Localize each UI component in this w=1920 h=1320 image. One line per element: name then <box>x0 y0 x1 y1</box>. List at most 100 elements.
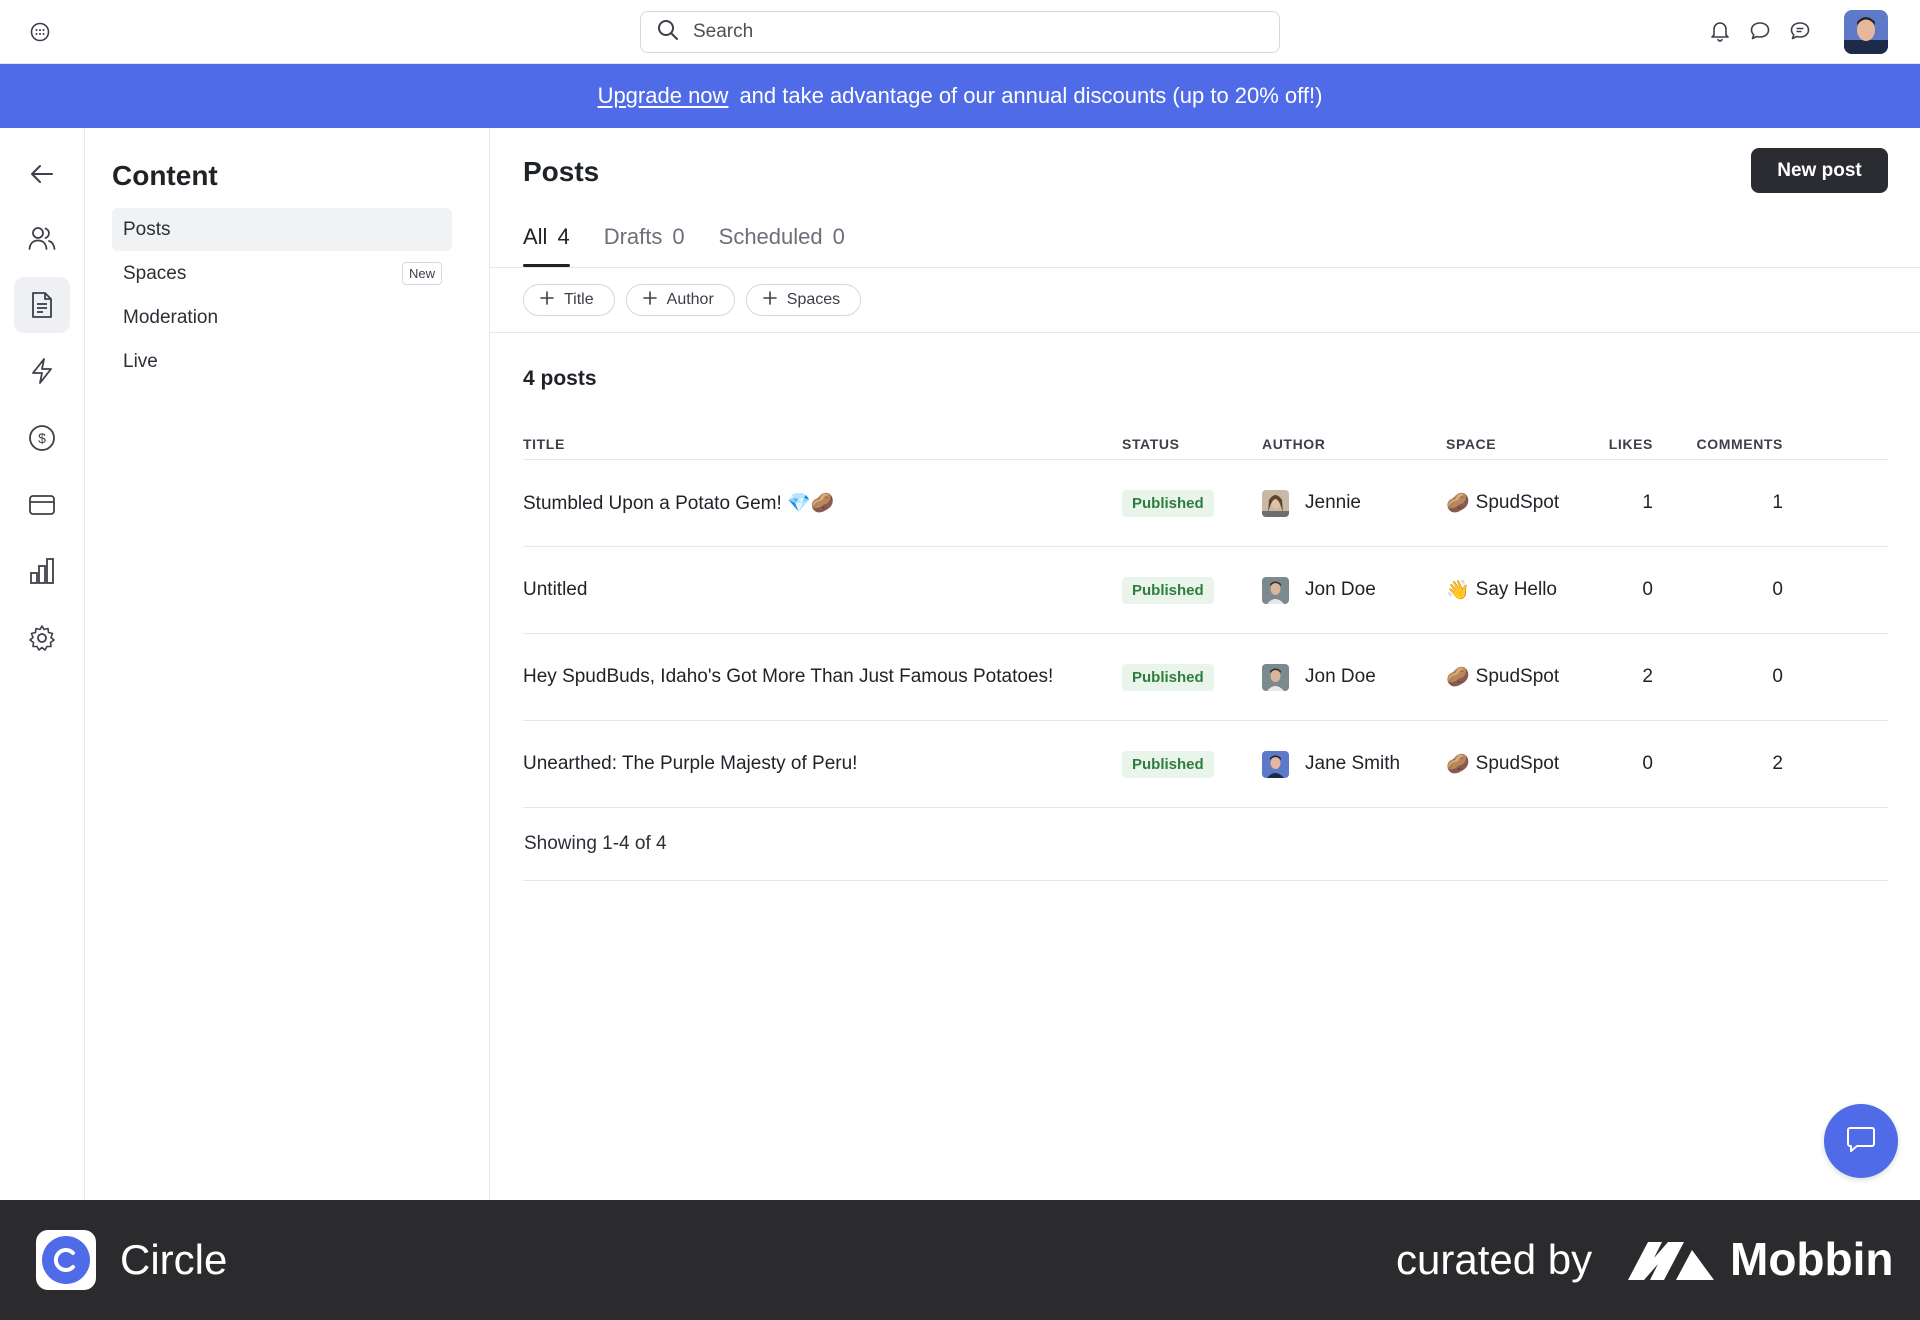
author-avatar <box>1262 750 1289 778</box>
post-title[interactable]: Unearthed: The Purple Majesty of Peru! <box>523 721 857 807</box>
sidebar-item-moderation[interactable]: Moderation <box>112 296 452 339</box>
sidebar-item-label: Live <box>123 350 158 372</box>
post-title[interactable]: Hey SpudBuds, Idaho's Got More Than Just… <box>523 634 1053 720</box>
likes-count: 2 <box>1642 666 1653 687</box>
filter-title-chip[interactable]: Title <box>523 284 615 316</box>
space-emoji: 👋 <box>1446 580 1470 601</box>
post-title[interactable]: Stumbled Upon a Potato Gem! 💎🥔 <box>523 460 834 546</box>
pagination-info: Showing 1-4 of 4 <box>523 808 1888 881</box>
mobbin-wordmark: Mobbin <box>1730 1233 1894 1285</box>
posts-count: 4 posts <box>523 367 597 390</box>
tab-count: 4 <box>557 224 570 249</box>
column-header-space[interactable]: SPACE <box>1446 428 1496 460</box>
tab-count: 0 <box>832 224 845 249</box>
admin-rail: $ <box>0 128 85 1200</box>
author-name: Jon Doe <box>1305 666 1376 687</box>
filter-author-chip[interactable]: Author <box>625 284 735 316</box>
comments-count: 0 <box>1772 666 1783 687</box>
workflows-lightning-icon[interactable] <box>14 343 70 399</box>
search-input[interactable] <box>693 21 1253 43</box>
new-post-button[interactable]: New post <box>1751 148 1888 193</box>
sidebar-item-label: Spaces <box>123 262 187 284</box>
sidebar-item-spaces[interactable]: Spaces New <box>112 252 452 295</box>
column-header-likes[interactable]: LIKES <box>1553 428 1653 460</box>
back-arrow-icon[interactable] <box>14 146 70 202</box>
space-cell[interactable]: 👋 Say Hello <box>1446 547 1557 633</box>
space-cell[interactable]: 🥔 SpudSpot <box>1446 634 1559 720</box>
status-cell: Published <box>1122 547 1214 633</box>
sidebar-title: Content <box>112 160 218 191</box>
search-icon <box>657 19 679 46</box>
search-bar[interactable] <box>640 11 1280 53</box>
filter-spaces-chip[interactable]: Spaces <box>745 284 862 316</box>
filter-bar: Title Author Spaces <box>523 284 862 316</box>
table-row[interactable]: Hey SpudBuds, Idaho's Got More Than Just… <box>523 634 1888 721</box>
author-cell[interactable]: Jon Doe <box>1262 634 1376 720</box>
column-header-title[interactable]: TITLE <box>523 428 565 460</box>
space-cell[interactable]: 🥔 SpudSpot <box>1446 721 1559 807</box>
analytics-chart-icon[interactable] <box>14 543 70 599</box>
table-row[interactable]: Untitled Published Jon Doe 👋 Say Hello 0… <box>523 547 1888 634</box>
space-emoji: 🥔 <box>1446 493 1470 514</box>
tab-scheduled[interactable]: Scheduled 0 <box>719 224 845 267</box>
table-row[interactable]: Unearthed: The Purple Majesty of Peru! P… <box>523 721 1888 808</box>
author-cell[interactable]: Jennie <box>1262 460 1361 546</box>
author-avatar <box>1262 576 1289 604</box>
plus-icon <box>762 290 777 310</box>
tab-all[interactable]: All 4 <box>523 224 570 267</box>
comments-count: 1 <box>1772 492 1783 513</box>
settings-gear-icon[interactable] <box>14 610 70 666</box>
status-badge: Published <box>1122 750 1214 778</box>
app-name: Circle <box>120 1236 228 1283</box>
tab-label: Scheduled <box>718 224 823 249</box>
filters-divider <box>490 332 1920 333</box>
comments-count: 0 <box>1772 579 1783 600</box>
comments-count: 2 <box>1772 753 1783 774</box>
author-name: Jon Doe <box>1305 579 1376 600</box>
status-badge: Published <box>1122 576 1214 604</box>
content-icon[interactable] <box>14 277 70 333</box>
space-emoji: 🥔 <box>1446 667 1470 688</box>
community-menu-icon[interactable] <box>28 20 52 44</box>
tab-drafts[interactable]: Drafts 0 <box>604 224 685 267</box>
column-header-status[interactable]: STATUS <box>1122 428 1180 460</box>
post-title[interactable]: Untitled <box>523 547 587 633</box>
filter-label: Title <box>564 291 594 308</box>
sidebar-item-label: Posts <box>123 218 171 240</box>
author-avatar <box>1262 663 1289 691</box>
upgrade-now-link[interactable]: Upgrade now <box>598 83 729 109</box>
sidebar-item-label: Moderation <box>123 306 219 328</box>
chat-threads-icon[interactable] <box>1788 19 1812 43</box>
circle-logo-icon <box>36 1230 96 1290</box>
chat-support-button[interactable] <box>1824 1104 1898 1178</box>
table-row[interactable]: Stumbled Upon a Potato Gem! 💎🥔 Published… <box>523 460 1888 547</box>
user-avatar[interactable] <box>1844 10 1888 54</box>
space-name: Say Hello <box>1475 579 1557 600</box>
paywalls-dollar-icon[interactable]: $ <box>14 410 70 466</box>
filter-label: Author <box>666 291 714 308</box>
author-avatar <box>1262 489 1289 517</box>
status-cell: Published <box>1122 721 1214 807</box>
column-header-comments[interactable]: COMMENTS <box>1683 428 1783 460</box>
status-cell: Published <box>1122 634 1214 720</box>
messages-icon[interactable] <box>1748 19 1772 43</box>
billing-card-icon[interactable] <box>14 477 70 533</box>
space-name: SpudSpot <box>1475 753 1560 774</box>
likes-count: 1 <box>1642 492 1653 513</box>
tab-count: 0 <box>672 224 685 249</box>
author-cell[interactable]: Jane Smith <box>1262 721 1400 807</box>
space-cell[interactable]: 🥔 SpudSpot <box>1446 460 1559 546</box>
page-title: Posts <box>523 156 600 187</box>
author-cell[interactable]: Jon Doe <box>1262 547 1376 633</box>
posts-main: Posts New post All 4 Drafts 0 Scheduled … <box>490 128 1920 1200</box>
new-badge: New <box>401 262 442 285</box>
tab-label: All <box>523 224 548 249</box>
banner-text: and take advantage of our annual discoun… <box>739 83 1323 108</box>
space-name: SpudSpot <box>1475 666 1560 687</box>
sidebar-item-live[interactable]: Live <box>112 340 452 383</box>
members-icon[interactable] <box>14 210 70 266</box>
column-header-author[interactable]: AUTHOR <box>1262 428 1325 460</box>
sidebar-item-posts[interactable]: Posts <box>112 208 452 251</box>
tabs-divider <box>490 267 1920 268</box>
notifications-bell-icon[interactable] <box>1708 19 1732 43</box>
